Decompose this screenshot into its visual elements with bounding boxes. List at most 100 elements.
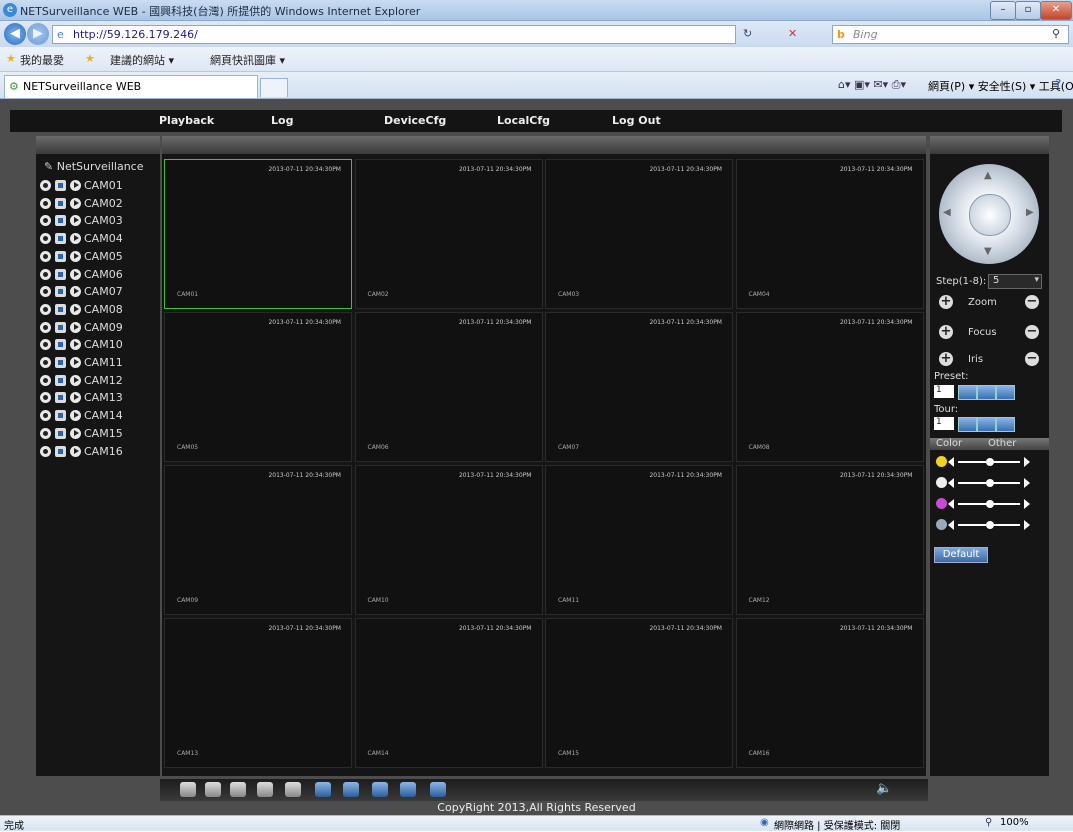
play-icon[interactable]: [70, 427, 81, 439]
zoom-out-button[interactable]: −: [1025, 295, 1039, 309]
slider-left-icon[interactable]: [948, 457, 954, 467]
nav-log[interactable]: Log: [271, 114, 293, 127]
ptz-joystick[interactable]: ▲ ▼ ◀ ▶: [939, 164, 1039, 264]
color-slider[interactable]: [948, 477, 1030, 489]
web-slice-gallery-link[interactable]: 網頁快訊圖庫 ▾: [210, 52, 285, 68]
record-icon[interactable]: [40, 286, 51, 298]
play-icon[interactable]: [70, 445, 81, 457]
record-icon[interactable]: [40, 268, 51, 280]
snapshot-icon[interactable]: [372, 782, 388, 797]
slider-right-icon[interactable]: [1024, 478, 1030, 488]
play-icon[interactable]: [70, 339, 81, 351]
video-tile[interactable]: 2013-07-11 20:34:30PM CAM13: [164, 618, 352, 768]
video-tile[interactable]: 2013-07-11 20:34:30PM CAM15: [545, 618, 733, 768]
slider-knob[interactable]: [986, 521, 994, 529]
forward-icon[interactable]: ▶: [27, 23, 49, 45]
video-tile[interactable]: 2013-07-11 20:34:30PM CAM14: [354, 618, 543, 768]
record-icon[interactable]: [40, 180, 51, 191]
sixteen-view-icon[interactable]: [285, 782, 301, 797]
slider-knob[interactable]: [986, 479, 994, 487]
video-tile[interactable]: 2013-07-11 20:34:30PM CAM16: [735, 618, 924, 768]
stream-icon[interactable]: [55, 445, 66, 457]
tour-input[interactable]: 1: [934, 417, 954, 430]
video-tile[interactable]: 2013-07-11 20:34:30PM CAM05: [164, 312, 352, 462]
play-icon[interactable]: [70, 410, 81, 422]
video-tile[interactable]: 2013-07-11 20:34:30PM CAM08: [735, 312, 924, 462]
zoom-in-button[interactable]: +: [939, 295, 953, 309]
iris-close-button[interactable]: −: [1025, 352, 1039, 366]
stream-icon[interactable]: [55, 321, 66, 333]
record-icon[interactable]: [40, 427, 51, 439]
maximize-button[interactable]: ▫: [1015, 1, 1041, 20]
stream-icon[interactable]: [55, 233, 66, 245]
record-icon[interactable]: [40, 321, 51, 333]
ptz-right-icon[interactable]: ▶: [1026, 207, 1034, 218]
tab-other[interactable]: Other: [988, 438, 1016, 449]
record-icon[interactable]: [40, 357, 51, 368]
tour-stop-button[interactable]: [977, 417, 996, 432]
play-icon[interactable]: [70, 374, 81, 386]
ptz-up-icon[interactable]: ▲: [984, 170, 992, 181]
play-icon[interactable]: [70, 303, 81, 315]
play-icon[interactable]: [70, 286, 81, 298]
video-tile[interactable]: 2013-07-11 20:34:30PM CAM09: [164, 465, 352, 615]
play-icon[interactable]: [70, 180, 81, 191]
stream-icon[interactable]: [55, 374, 66, 386]
ptz-left-icon[interactable]: ◀: [943, 207, 951, 218]
play-icon[interactable]: [70, 268, 81, 280]
play-icon[interactable]: [70, 215, 81, 227]
color-slider[interactable]: [948, 519, 1030, 531]
stream-icon[interactable]: [55, 250, 66, 262]
video-tile[interactable]: 2013-07-11 20:34:30PM CAM12: [735, 465, 924, 615]
video-tile[interactable]: 2013-07-11 20:34:30PM CAM06: [354, 312, 543, 462]
favorites-button[interactable]: 我的最愛: [20, 52, 64, 68]
stream-icon[interactable]: [55, 286, 66, 298]
stream-icon[interactable]: [55, 410, 66, 422]
play-icon[interactable]: [70, 321, 81, 333]
record-icon[interactable]: [40, 215, 51, 227]
record-icon[interactable]: [40, 410, 51, 422]
record-icon[interactable]: [40, 233, 51, 245]
tab-active[interactable]: ⚙ NETSurveillance WEB: [4, 75, 258, 98]
minimize-button[interactable]: –: [990, 1, 1016, 20]
refresh-icon[interactable]: ↻: [743, 27, 752, 40]
fullscreen-icon[interactable]: [180, 782, 196, 797]
zoom-icon[interactable]: ⚲: [985, 817, 992, 828]
record-icon[interactable]: [40, 250, 51, 262]
nav-localcfg[interactable]: LocalCfg: [497, 114, 550, 127]
search-icon[interactable]: ⚲: [1052, 27, 1060, 40]
new-tab-button[interactable]: [260, 78, 288, 97]
stream-icon[interactable]: [55, 215, 66, 227]
video-tile[interactable]: 2013-07-11 20:34:30PM CAM03: [545, 159, 733, 309]
stream-icon[interactable]: [55, 427, 66, 439]
nav-devicecfg[interactable]: DeviceCfg: [384, 114, 446, 127]
slider-left-icon[interactable]: [948, 499, 954, 509]
stream-icon[interactable]: [55, 197, 66, 209]
video-tile[interactable]: 2013-07-11 20:34:30PM CAM11: [545, 465, 733, 615]
play-icon[interactable]: [70, 250, 81, 262]
focus-far-button[interactable]: −: [1025, 325, 1039, 339]
tab-color[interactable]: Color: [936, 438, 962, 449]
nav-logout[interactable]: Log Out: [612, 114, 661, 127]
speaker-icon[interactable]: 🔈: [876, 781, 892, 796]
quad-view-icon[interactable]: [230, 782, 246, 797]
preset-remove-button[interactable]: [996, 385, 1015, 400]
help-icon[interactable]: ?: [1055, 77, 1061, 91]
slider-knob[interactable]: [986, 458, 994, 466]
home-icon[interactable]: ⌂▾ ▣▾ ✉▾ ⎙▾: [838, 78, 906, 92]
preset-goto-button[interactable]: [958, 385, 977, 400]
preset-add-button[interactable]: [977, 385, 996, 400]
video-tile[interactable]: 2013-07-11 20:34:30PM CAM10: [354, 465, 543, 615]
color-slider[interactable]: [948, 498, 1030, 510]
play-icon[interactable]: [70, 392, 81, 404]
back-icon[interactable]: ◀: [4, 23, 26, 45]
close-all-icon[interactable]: [430, 782, 446, 797]
slider-left-icon[interactable]: [948, 520, 954, 530]
command-menus[interactable]: 網頁(P) ▾ 安全性(S) ▾ 工具(O) ▾: [928, 78, 1073, 94]
record-icon[interactable]: [40, 197, 51, 209]
zoom-level[interactable]: 100%: [1000, 817, 1029, 828]
stop-record-icon[interactable]: [343, 782, 359, 797]
stop-icon[interactable]: ✕: [788, 27, 797, 40]
tour-grid-button[interactable]: [996, 417, 1015, 432]
slider-knob[interactable]: [986, 500, 994, 508]
